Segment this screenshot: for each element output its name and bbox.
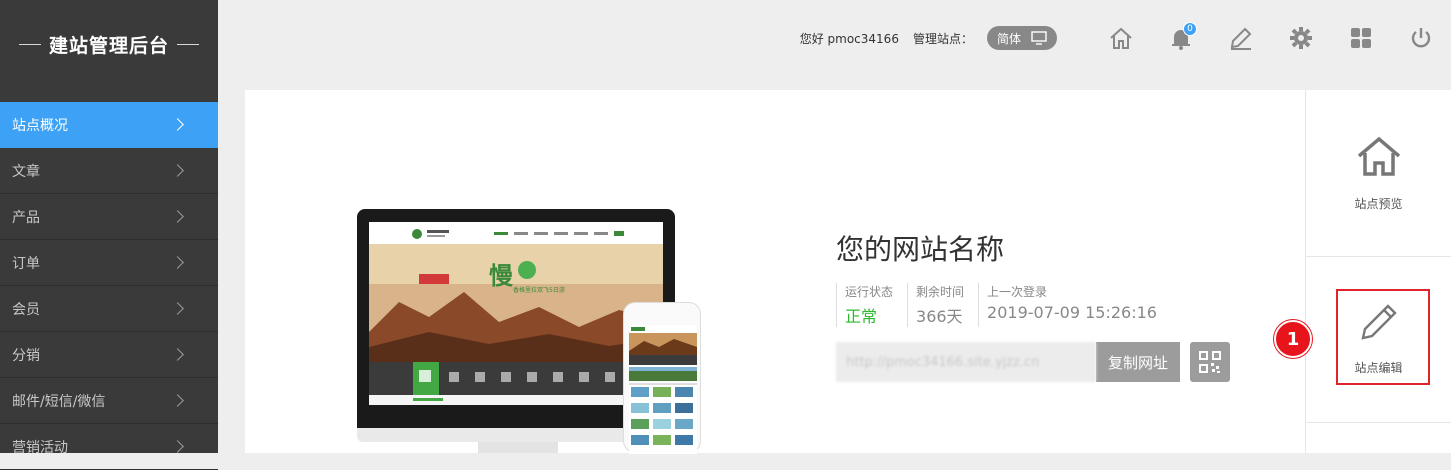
notification-badge: 0 xyxy=(1183,22,1197,36)
sidebar-item-marketing[interactable]: 营销活动 xyxy=(0,424,218,470)
sidebar-item-distribution[interactable]: 分销 xyxy=(0,332,218,378)
language-switch[interactable]: 简体 xyxy=(986,26,1057,50)
sidebar-item-orders[interactable]: 订单 xyxy=(0,240,218,286)
site-preview-button[interactable]: 站点预览 xyxy=(1306,90,1451,257)
sidebar: 建站管理后台 站点概况 文章 产品 订单 会员 分销 邮件/短信/微信 营销活动 xyxy=(0,0,218,470)
manage-site-label: 管理站点： xyxy=(912,31,973,46)
chevron-right-icon xyxy=(171,440,184,453)
mobile-preview-screen xyxy=(629,325,697,454)
site-url-field[interactable]: http://pmoc34166.site.yjzz.cn xyxy=(836,342,1096,382)
power-icon xyxy=(1411,28,1431,48)
qr-code-icon xyxy=(1199,351,1221,373)
gear-icon xyxy=(1290,27,1312,49)
site-screenshot-image: 慢 香格里拉双飞5日游 xyxy=(369,222,663,405)
banner-small-text: 香格里拉双飞5日游 xyxy=(513,286,565,294)
site-name: 您的网站名称 xyxy=(836,233,1005,266)
stat-value: 2019-07-09 15:26:16 xyxy=(987,303,1157,322)
chevron-right-icon xyxy=(171,394,184,407)
sidebar-item-articles[interactable]: 文章 xyxy=(0,148,218,194)
stat-label: 运行状态 xyxy=(845,285,894,299)
highlight-box xyxy=(1336,289,1430,385)
brand: 建站管理后台 xyxy=(0,0,218,88)
site-stats: 运行状态 正常 剩余时间 366天 上一次登录 2019-07-09 15:26… xyxy=(836,283,1171,327)
user-greeting: 您好 pmoc34166 xyxy=(799,31,899,46)
apps-button[interactable] xyxy=(1331,18,1391,58)
sidebar-item-label: 站点概况 xyxy=(12,117,68,134)
mobile-screenshot-image xyxy=(629,325,697,445)
chevron-right-icon xyxy=(171,302,184,315)
stat-remaining: 剩余时间 366天 xyxy=(907,283,964,327)
chevron-right-icon xyxy=(171,256,184,269)
edit-icon xyxy=(1230,27,1252,50)
sidebar-item-label: 邮件/短信/微信 xyxy=(12,393,106,410)
stat-status: 运行状态 正常 xyxy=(836,283,893,327)
chevron-right-icon xyxy=(171,118,184,131)
sidebar-item-members[interactable]: 会员 xyxy=(0,286,218,332)
sidebar-item-label: 订单 xyxy=(12,255,40,272)
side-action-panel: 站点预览 站点编辑 xyxy=(1305,90,1451,453)
brand-title: 建站管理后台 xyxy=(48,34,169,57)
top-bar: 您好 pmoc34166 管理站点： 简体 0 xyxy=(218,0,1451,76)
stat-label: 上一次登录 xyxy=(987,285,1048,299)
sidebar-item-label: 产品 xyxy=(12,209,40,226)
brand-dash-right xyxy=(177,43,199,45)
desktop-preview-screen: 慢 香格里拉双飞5日游 xyxy=(369,222,663,405)
stat-value: 正常 xyxy=(845,307,878,326)
edit-button[interactable] xyxy=(1211,18,1271,58)
settings-button[interactable] xyxy=(1271,18,1331,58)
copy-url-button[interactable]: 复制网址 xyxy=(1096,342,1180,382)
sidebar-item-label: 会员 xyxy=(12,301,40,318)
notification-button[interactable]: 0 xyxy=(1151,18,1211,58)
sidebar-item-label: 营销活动 xyxy=(12,439,68,456)
sidebar-item-label: 分销 xyxy=(12,347,40,364)
banner-big-text: 慢 xyxy=(489,262,514,290)
qr-code-button[interactable] xyxy=(1190,342,1230,382)
site-edit-button[interactable]: 站点编辑 xyxy=(1306,257,1451,423)
logout-button[interactable] xyxy=(1391,18,1451,58)
stat-last-login: 上一次登录 2019-07-09 15:26:16 xyxy=(978,283,1157,327)
language-label: 简体 xyxy=(996,31,1021,46)
monitor-stand xyxy=(478,442,558,453)
stat-value: 366天 xyxy=(916,307,963,326)
home-icon xyxy=(1110,27,1132,49)
mobile-preview xyxy=(623,302,701,454)
site-url-row: http://pmoc34166.site.yjzz.cn 复制网址 xyxy=(836,342,1230,382)
stat-label: 剩余时间 xyxy=(916,285,965,299)
chevron-right-icon xyxy=(171,210,184,223)
home-button[interactable] xyxy=(1091,18,1151,58)
step-number-badge: 1 xyxy=(1274,320,1312,358)
chevron-right-icon xyxy=(171,164,184,177)
sidebar-nav: 站点概况 文章 产品 订单 会员 分销 邮件/短信/微信 营销活动 xyxy=(0,102,218,470)
sidebar-item-messaging[interactable]: 邮件/短信/微信 xyxy=(0,378,218,424)
sidebar-item-overview[interactable]: 站点概况 xyxy=(0,102,218,148)
home-icon xyxy=(1357,136,1400,176)
chevron-right-icon xyxy=(171,348,184,361)
sidebar-item-products[interactable]: 产品 xyxy=(0,194,218,240)
site-preview-label: 站点预览 xyxy=(1354,196,1403,211)
sidebar-item-label: 文章 xyxy=(12,163,40,180)
grid-icon xyxy=(1351,28,1371,48)
brand-dash-left xyxy=(18,43,41,45)
monitor-icon xyxy=(1031,31,1047,45)
